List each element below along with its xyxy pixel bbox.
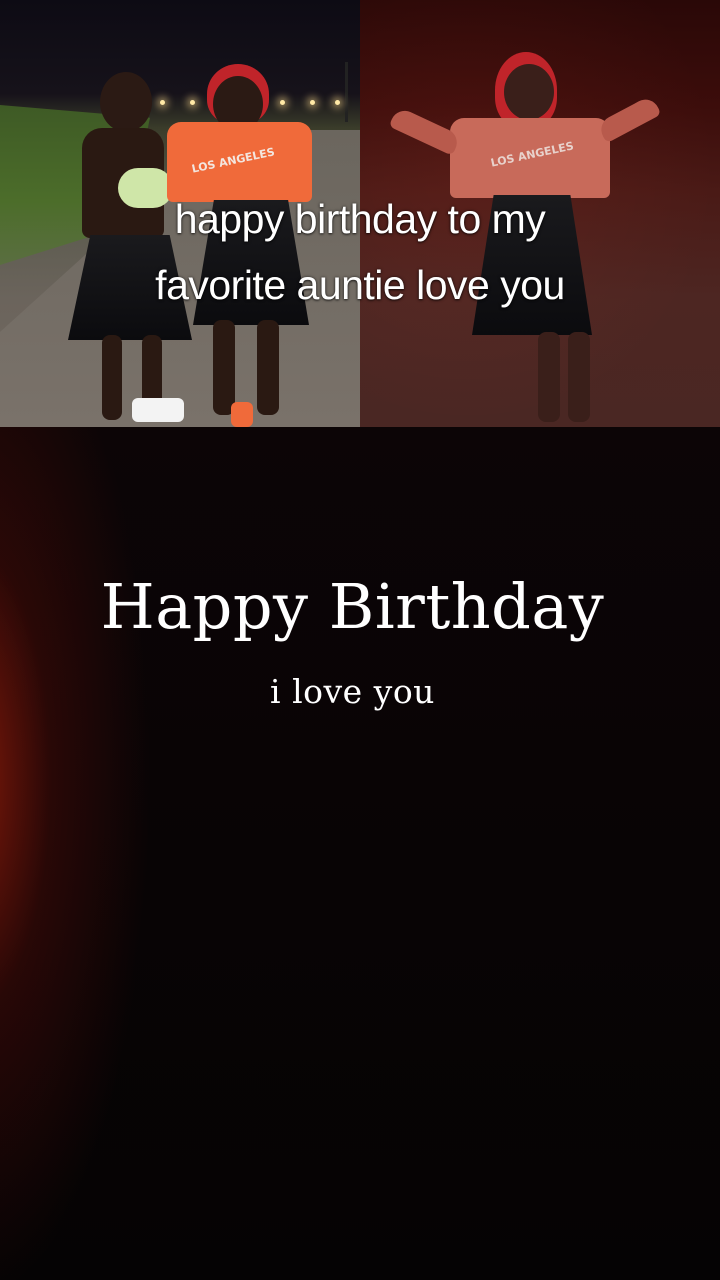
caption-line-1: happy birthday to my — [174, 196, 546, 242]
card-subtitle: i love you — [270, 672, 435, 711]
video-caption: happy birthday to my favorite auntie lov… — [0, 186, 720, 318]
video-screen[interactable]: LOS ANGELES LOS ANGELES happy birthday t… — [0, 0, 720, 1280]
caption-line-2: favorite auntie love you — [155, 262, 565, 308]
photo-collage: LOS ANGELES LOS ANGELES happy birthday t… — [0, 0, 720, 427]
card-title: Happy Birthday — [100, 570, 605, 643]
